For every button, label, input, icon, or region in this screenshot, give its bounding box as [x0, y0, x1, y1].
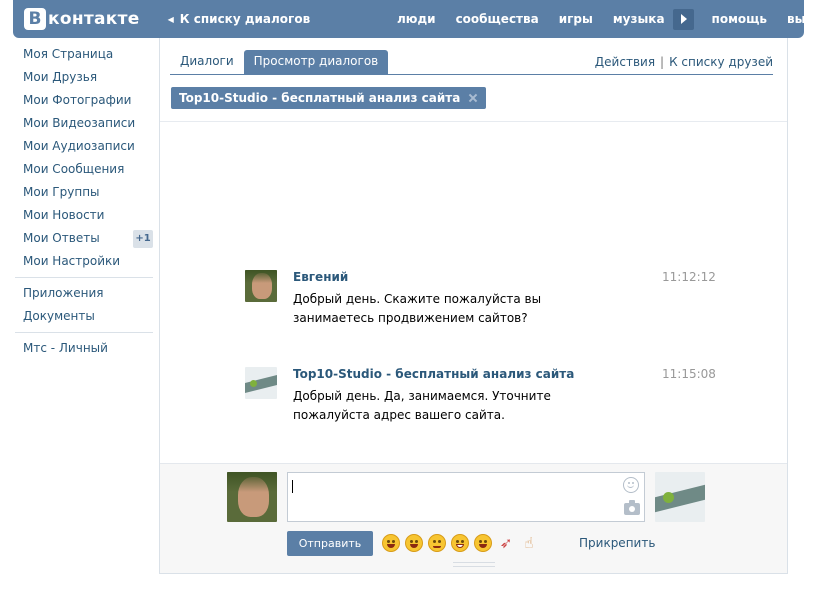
sidebar-divider — [15, 277, 153, 278]
smile-emoji-icon[interactable] — [382, 534, 400, 552]
sidebar-item-documents[interactable]: Документы — [15, 305, 153, 328]
avatar[interactable] — [245, 270, 277, 302]
sidebar-item-my-page[interactable]: Моя Страница — [15, 43, 153, 66]
nav-music[interactable]: музыка — [613, 12, 665, 26]
logo-text: контакте — [48, 9, 140, 29]
tab-underline — [170, 74, 773, 75]
message-time: 11:12:12 — [662, 270, 716, 284]
sidebar-item-audio[interactable]: Мои Аудиозаписи — [15, 135, 153, 158]
message-text: Добрый день. Скажите пожалуйста вы заним… — [293, 292, 542, 325]
dialog-tabs: Диалоги Просмотр диалогов — [170, 50, 389, 74]
joy-emoji-icon[interactable] — [474, 534, 492, 552]
tab-dialogs[interactable]: Диалоги — [170, 50, 244, 74]
chip-divider — [160, 121, 787, 122]
top-nav: люди сообщества игры музыка помощь выйти — [397, 0, 824, 38]
panel-actions: Действия | К списку друзей — [595, 55, 773, 69]
camera-icon[interactable] — [624, 500, 640, 515]
nav-people[interactable]: люди — [397, 12, 436, 26]
laugh-emoji-icon[interactable] — [405, 534, 423, 552]
nav-help[interactable]: помощь — [712, 12, 767, 26]
close-icon[interactable] — [468, 93, 478, 103]
sidebar-item-photos[interactable]: Мои Фотографии — [15, 89, 153, 112]
compose-area: Отправить ➶ ☝ Прикрепить — [160, 463, 787, 573]
sidebar-item-label: Мои Ответы — [23, 231, 100, 245]
actions-separator: | — [660, 55, 665, 69]
sidebar-item-answers[interactable]: Мои Ответы +1 — [15, 227, 153, 250]
conversation-chip: Top10-Studio - бесплатный анализ сайта — [171, 87, 487, 109]
actions-link[interactable]: Действия — [595, 55, 655, 69]
text-cursor — [292, 480, 293, 493]
back-link-label: К списку диалогов — [179, 12, 311, 26]
top-header: В контакте ◀ К списку диалогов люди сооб… — [13, 0, 824, 38]
sidebar-item-groups[interactable]: Мои Группы — [15, 181, 153, 204]
nav-logout[interactable]: выйти — [787, 12, 824, 26]
message-input[interactable] — [287, 472, 645, 522]
avatar[interactable] — [245, 367, 277, 399]
smile-icon[interactable] — [623, 477, 639, 493]
sidebar-item-news[interactable]: Мои Новости — [15, 204, 153, 227]
sidebar-item-settings[interactable]: Мои Настройки — [15, 250, 153, 273]
left-sidebar: Моя Страница Мои Друзья Мои Фотографии М… — [15, 43, 153, 360]
message-time: 11:15:08 — [662, 367, 716, 381]
sidebar-item-friends[interactable]: Мои Друзья — [15, 66, 153, 89]
message-author[interactable]: Top10-Studio - бесплатный анализ сайта — [293, 367, 574, 381]
grin-emoji-icon[interactable] — [451, 534, 469, 552]
answers-count-badge: +1 — [133, 230, 153, 248]
nav-games[interactable]: игры — [559, 12, 593, 26]
nav-communities[interactable]: сообщества — [456, 12, 539, 26]
dialog-panel: Диалоги Просмотр диалогов Действия | К спи… — [159, 38, 788, 574]
arrow-left-icon: ◀ — [167, 14, 174, 24]
wink-emoji-icon[interactable] — [428, 534, 446, 552]
rocket-emoji-icon[interactable]: ➶ — [497, 534, 515, 552]
resize-grip[interactable] — [453, 562, 495, 567]
my-avatar[interactable] — [227, 472, 277, 522]
sidebar-item-apps[interactable]: Приложения — [15, 282, 153, 305]
sidebar-item-videos[interactable]: Мои Видеозаписи — [15, 112, 153, 135]
chip-label: Top10-Studio - бесплатный анализ сайта — [179, 91, 461, 105]
emoji-row: ➶ ☝ — [382, 534, 543, 552]
sidebar-divider — [15, 332, 153, 333]
friends-list-link[interactable]: К списку друзей — [669, 55, 773, 69]
sidebar-item-messages[interactable]: Мои Сообщения — [15, 158, 153, 181]
peer-avatar[interactable] — [655, 472, 705, 522]
send-button[interactable]: Отправить — [287, 531, 373, 556]
back-to-dialogs-link[interactable]: ◀ К списку диалогов — [168, 12, 311, 26]
play-icon[interactable] — [672, 8, 694, 30]
tab-view-dialogs[interactable]: Просмотр диалогов — [243, 50, 389, 74]
message-author[interactable]: Евгений — [293, 270, 348, 284]
finger-up-emoji-icon[interactable]: ☝ — [520, 534, 538, 552]
attach-link[interactable]: Прикрепить — [579, 536, 655, 550]
sidebar-item-mts[interactable]: Мтс - Личный — [15, 337, 153, 360]
message-text: Добрый день. Да, занимаемся. Уточните по… — [293, 389, 551, 422]
logo-letter: В — [24, 8, 46, 30]
vk-logo[interactable]: В контакте — [24, 8, 140, 30]
